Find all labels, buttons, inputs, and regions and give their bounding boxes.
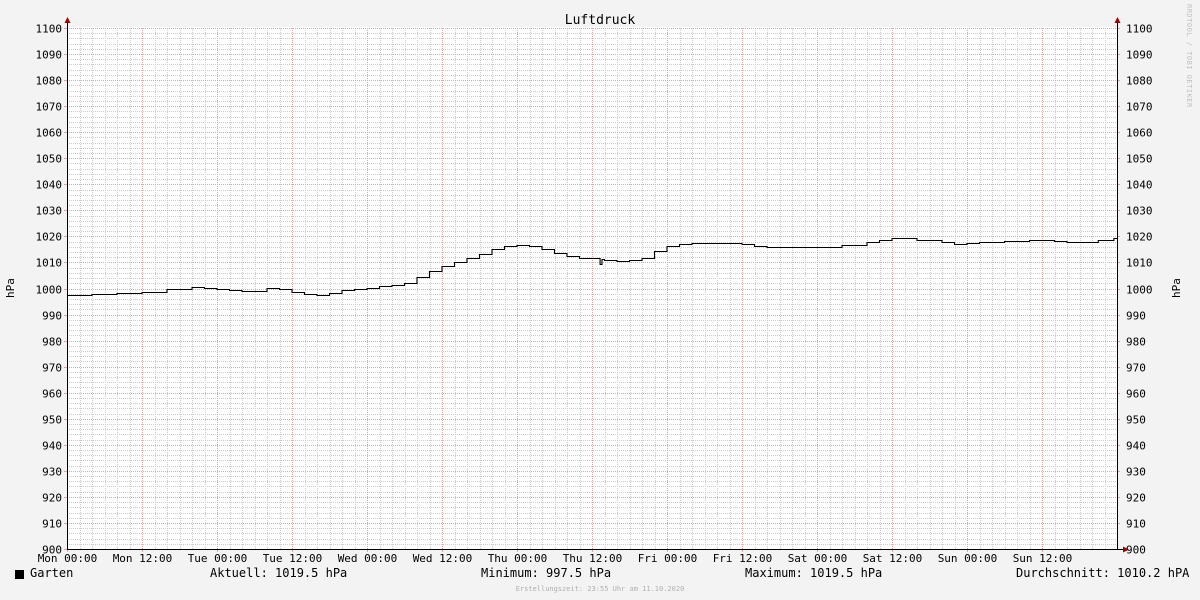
y-tick-label: 950 [42,414,62,427]
y-tick-label: 950 [1126,414,1146,427]
legend-swatch [15,570,24,579]
y-tick-label: 930 [1126,466,1146,479]
x-tick-label: Tue 00:00 [188,552,248,565]
x-tick-label: Mon 00:00 [38,552,98,565]
y-axis-label-right: hPa [1170,278,1183,298]
x-tick-label: Wed 12:00 [413,552,473,565]
y-tick-label: 920 [1126,492,1146,505]
footer-timestamp: Erstellungszeit: 23:55 Uhr am 11.10.2020 [515,585,685,593]
y-tick-label: 1010 [1126,257,1153,270]
y-tick-label: 940 [1126,440,1146,453]
y-tick-label: 1060 [36,127,63,140]
y-tick-label: 970 [1126,362,1146,375]
watermark: RRDTOOL / TOBI OETIKER [1185,4,1193,108]
legend-maximum: Maximum: 1019.5 hPa [745,566,883,580]
y-tick-label: 920 [42,492,62,505]
y-tick-label: 1030 [1126,205,1153,218]
x-tick-label: Sun 12:00 [1013,552,1073,565]
y-tick-label: 1090 [1126,49,1153,62]
chart: 900 910 920 930 940 950 960 970 980 990 1000 1010 10… [0,0,1200,600]
x-tick-label: Sat 00:00 [788,552,848,565]
y-tick-label: 1000 [36,284,63,297]
y-tick-label: 1020 [36,231,63,244]
y-tick-label: 1100 [1126,23,1153,36]
legend-series-name: Garten [30,566,74,580]
y-tick-label: 1030 [36,205,63,218]
y-tick-label: 1080 [36,75,63,88]
y-tick-label: 1070 [36,101,63,114]
y-tick-label: 1010 [36,257,63,270]
legend-aktuell: Aktuell: 1019.5 hPa [210,566,348,580]
legend-minimum: Minimum: 997.5 hPa [481,566,612,580]
y-tick-label: 990 [42,310,62,323]
y-tick-label: 990 [1126,310,1146,323]
y-tick-label: 1070 [1126,101,1153,114]
y-tick-label: 980 [42,336,62,349]
y-tick-label: 1090 [36,49,63,62]
x-tick-label: Sat 12:00 [863,552,923,565]
y-tick-label: 1060 [1126,127,1153,140]
y-tick-label: 940 [42,440,62,453]
y-tick-label: 980 [1126,336,1146,349]
x-tick-label: Fri 00:00 [638,552,698,565]
y-tick-label: 1040 [36,179,63,192]
x-tick-label: Thu 12:00 [563,552,623,565]
chart-title: Luftdruck [565,13,636,28]
y-tick-label: 930 [42,466,62,479]
y-axis-label-left: hPa [4,278,17,298]
y-tick-label: 1040 [1126,179,1153,192]
x-tick-label: Fri 12:00 [713,552,773,565]
y-tick-label: 1100 [36,23,63,36]
y-tick-label: 900 [1126,544,1146,557]
y-tick-label: 910 [1126,518,1146,531]
y-tick-label: 1050 [36,153,63,166]
x-tick-label: Mon 12:00 [113,552,173,565]
y-tick-label: 960 [42,388,62,401]
y-tick-label: 1020 [1126,231,1153,244]
legend: Garten Aktuell: 1019.5 hPa Minimum: 997.… [0,566,1200,584]
x-tick-label: Sun 00:00 [938,552,998,565]
x-tick-label: Tue 12:00 [263,552,323,565]
x-tick-label: Wed 00:00 [338,552,398,565]
y-tick-label: 1000 [1126,284,1153,297]
y-tick-label: 970 [42,362,62,375]
y-tick-label: 1050 [1126,153,1153,166]
y-tick-label: 960 [1126,388,1146,401]
y-tick-label: 1080 [1126,75,1153,88]
x-tick-label: Thu 00:00 [488,552,548,565]
y-tick-label: 910 [42,518,62,531]
legend-durchschnitt: Durchschnitt: 1010.2 hPA [1016,566,1190,580]
